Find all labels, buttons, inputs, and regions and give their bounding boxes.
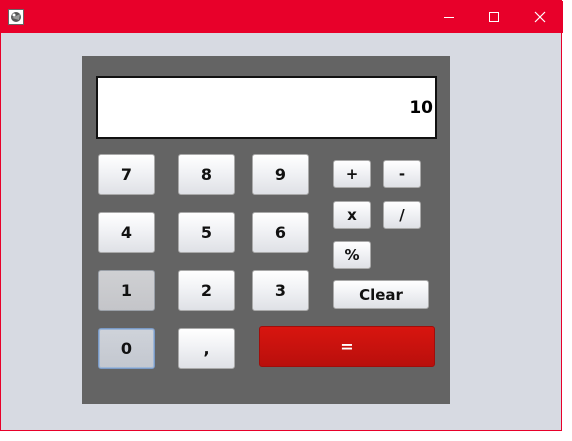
display-value: 10 <box>409 98 433 118</box>
digit-6-button[interactable]: 6 <box>252 212 309 253</box>
calculator-window: 10 7 8 9 4 5 6 1 2 3 0 , + - x / % Clear… <box>0 0 563 431</box>
calculator-panel: 10 7 8 9 4 5 6 1 2 3 0 , + - x / % Clear… <box>82 56 450 404</box>
title-bar[interactable] <box>1 1 563 33</box>
digit-2-button[interactable]: 2 <box>178 270 235 311</box>
clear-button[interactable]: Clear <box>333 280 429 309</box>
minus-button[interactable]: - <box>383 160 421 188</box>
digit-5-button[interactable]: 5 <box>178 212 235 253</box>
digit-3-button[interactable]: 3 <box>252 270 309 311</box>
comma-button[interactable]: , <box>178 328 235 369</box>
java-app-icon <box>8 9 24 25</box>
minimize-button[interactable] <box>426 1 472 33</box>
close-icon <box>534 11 546 23</box>
maximize-button[interactable] <box>471 1 517 33</box>
digit-7-button[interactable]: 7 <box>98 154 155 195</box>
multiply-button[interactable]: x <box>333 201 371 229</box>
close-button[interactable] <box>517 1 563 33</box>
maximize-icon <box>489 12 499 22</box>
digit-8-button[interactable]: 8 <box>178 154 235 195</box>
percent-button[interactable]: % <box>333 241 371 269</box>
digit-1-button[interactable]: 1 <box>98 270 155 311</box>
digit-4-button[interactable]: 4 <box>98 212 155 253</box>
result-display[interactable]: 10 <box>96 76 437 139</box>
plus-button[interactable]: + <box>333 160 371 188</box>
digit-9-button[interactable]: 9 <box>252 154 309 195</box>
digit-0-button[interactable]: 0 <box>98 328 155 369</box>
equals-button[interactable]: = <box>259 326 435 367</box>
divide-button[interactable]: / <box>383 201 421 229</box>
minimize-icon <box>444 17 454 18</box>
